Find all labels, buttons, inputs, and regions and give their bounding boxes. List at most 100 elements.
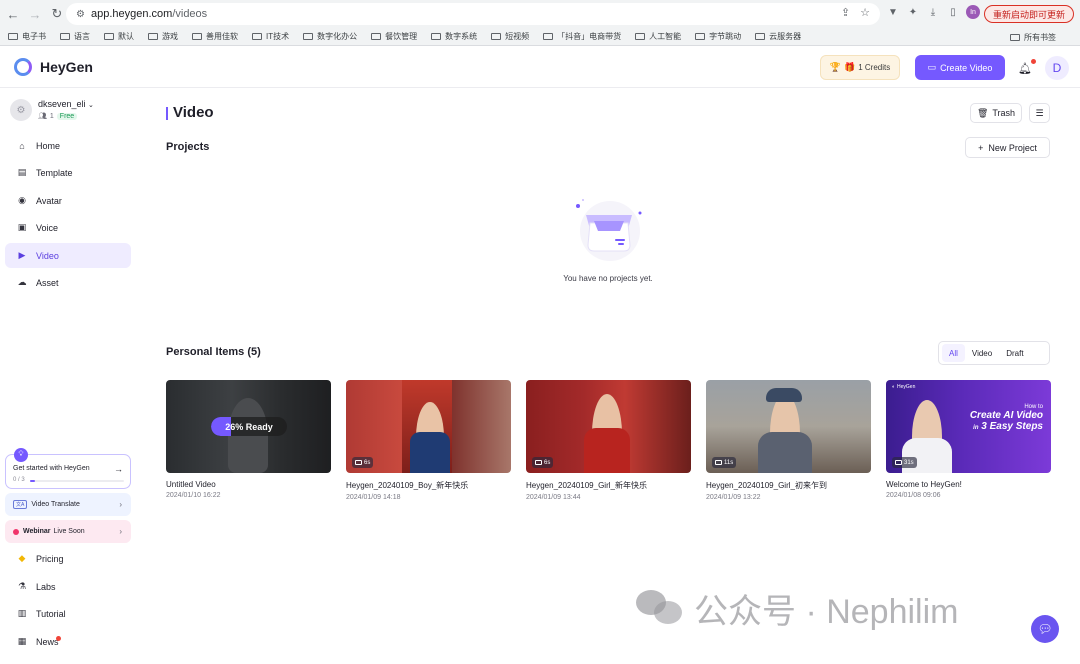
trash-button[interactable]: 🗑︎ Trash: [970, 103, 1022, 123]
bookmark-folder[interactable]: 数字化办公: [303, 31, 357, 42]
extensions-puzzle-icon[interactable]: ✦: [906, 5, 920, 19]
bookmark-folder[interactable]: 餐饮管理: [371, 31, 417, 42]
video-translate-label: Video Translate: [31, 501, 80, 508]
filter-tab-all[interactable]: All: [942, 344, 965, 362]
reload-icon[interactable]: ↻: [48, 5, 66, 23]
share-icon[interactable]: ⇪: [841, 6, 850, 19]
video-title: Heygen_20240109_Boy_新年快乐: [346, 481, 469, 490]
bookmark-folder[interactable]: 游戏: [148, 31, 178, 42]
notification-dot: [1031, 59, 1036, 64]
bookmark-folder[interactable]: 电子书: [8, 31, 46, 42]
folder-icon: [543, 33, 554, 40]
bookmark-folder[interactable]: 语言: [60, 31, 90, 42]
video-thumbnail[interactable]: 11s: [706, 380, 871, 473]
thumbnail-brand: ◐ HeyGen: [892, 384, 916, 390]
heygen-logo[interactable]: HeyGen: [14, 58, 93, 76]
bookmark-label: 语言: [74, 32, 90, 41]
bookmark-folder[interactable]: 字节跳动: [695, 31, 741, 42]
sidebar-item-voice[interactable]: ▣ Voice: [5, 215, 131, 240]
cloud-icon: ☁: [17, 277, 27, 287]
member-count: 1: [49, 112, 54, 120]
workspace-avatar: ⚙: [10, 99, 32, 121]
home-icon: ⌂: [19, 140, 25, 151]
video-thumbnail[interactable]: 6s: [346, 380, 511, 473]
webinar-banner[interactable]: Webinar Live Soon ›: [5, 520, 131, 543]
bookmark-folder[interactable]: 善用佳软: [192, 31, 238, 42]
vpn-extension-icon[interactable]: ▼: [886, 5, 900, 19]
video-camera-icon: [535, 460, 542, 465]
video-title: Heygen_20240109_Girl_初来乍到: [706, 481, 827, 490]
bookmark-folder[interactable]: 默认: [104, 31, 134, 42]
sidebar-item-avatar[interactable]: ◉ Avatar: [5, 188, 131, 213]
bookmark-folder[interactable]: IT技术: [252, 31, 289, 42]
sidebar-item-home[interactable]: ⌂ Home: [5, 133, 131, 158]
render-progress-text: 26% Ready: [225, 421, 273, 432]
bookmark-folder[interactable]: 人工智能: [635, 31, 681, 42]
user-avatar[interactable]: D: [1045, 56, 1069, 80]
sidebar-item-video[interactable]: ▶ Video: [5, 243, 131, 268]
video-thumbnail[interactable]: ◐ HeyGen How to Create AI Video in 3 Easy…: [886, 380, 1051, 473]
sidebar-item-label: Template: [36, 167, 73, 178]
folder-icon: [755, 33, 766, 40]
workspace-switcher[interactable]: ⚙ dkseven_eli ⌄ 👥︎ 1 Free: [10, 99, 94, 121]
workspace-name: dkseven_eli ⌄: [38, 99, 94, 109]
sidebar-item-tutorial[interactable]: ▥ Tutorial: [5, 601, 131, 626]
new-project-label: New Project: [988, 142, 1037, 153]
get-started-title: Get started with HeyGen: [13, 465, 90, 472]
create-video-button[interactable]: ▭ Create Video: [915, 55, 1005, 80]
get-started-card[interactable]: 💡︎ Get started with HeyGen → 0 / 3: [5, 448, 131, 489]
forward-icon[interactable]: →: [26, 5, 44, 23]
sidebar-item-template[interactable]: ▤ Template: [5, 160, 131, 185]
video-camera-icon: [355, 460, 362, 465]
address-bar[interactable]: ⚙ app.heygen.com/videos ⇪ ☆: [66, 3, 880, 25]
page-title: Video: [173, 104, 214, 121]
bookmark-folder[interactable]: 「抖音」电商带货: [543, 31, 621, 42]
folder-icon: [8, 33, 18, 40]
watermark-text: 公众号 · Nephilim: [694, 593, 959, 631]
download-icon[interactable]: ⤓: [926, 5, 940, 19]
video-translate-banner[interactable]: 文A Video Translate ›: [5, 493, 131, 516]
folder-icon: [1010, 34, 1020, 41]
video-card[interactable]: 6s Heygen_20240109_Boy_新年快乐 2024/01/09 1…: [346, 380, 511, 501]
site-info-icon[interactable]: ⚙: [76, 9, 85, 20]
video-card[interactable]: 11s Heygen_20240109_Girl_初来乍到 2024/01/09…: [706, 380, 871, 501]
heygen-logo-icon: [14, 58, 32, 76]
bookmark-star-icon[interactable]: ☆: [860, 6, 870, 19]
sidebar-item-pricing[interactable]: ◆ Pricing: [5, 546, 131, 571]
list-view-icon[interactable]: ☰: [1029, 103, 1050, 123]
chevron-right-icon: ›: [119, 527, 122, 536]
profile-avatar[interactable]: In: [966, 5, 980, 19]
bookmark-folder[interactable]: 云服务器: [755, 31, 801, 42]
flask-icon: ⚗: [17, 581, 27, 591]
video-card[interactable]: 6s Heygen_20240109_Girl_新年快乐 2024/01/09 …: [526, 380, 691, 501]
filter-tab-draft[interactable]: Draft: [999, 344, 1030, 362]
sidebar-item-news[interactable]: ▦ News: [5, 629, 131, 654]
sidebar-item-label: Voice: [36, 222, 59, 233]
video-thumbnail[interactable]: 26% Ready: [166, 380, 331, 473]
restart-update-button[interactable]: 重新启动即可更新: [984, 5, 1074, 23]
bookmark-label: 数字化办公: [317, 32, 358, 41]
folder-icon: [252, 33, 262, 40]
back-icon[interactable]: ←: [4, 5, 22, 23]
bookmark-folder[interactable]: 短视频: [491, 31, 529, 42]
sidebar-item-asset[interactable]: ☁ Asset: [5, 270, 131, 295]
all-bookmarks[interactable]: 所有书签: [1010, 32, 1056, 43]
video-card[interactable]: 26% Ready Untitled Video 2024/01/10 16:2…: [166, 380, 331, 499]
sidebar-item-labs[interactable]: ⚗ Labs: [5, 574, 131, 599]
credits-label: 1 Credits: [858, 63, 891, 72]
credits-badge[interactable]: 🏆 🎁 1 Credits: [820, 55, 900, 80]
video-card[interactable]: ◐ HeyGen How to Create AI Video in 3 Easy…: [886, 380, 1051, 499]
url-host: app.heygen.com: [90, 8, 173, 20]
new-project-button[interactable]: + New Project: [965, 137, 1050, 158]
support-chat-icon[interactable]: 💬︎: [1031, 615, 1059, 643]
video-icon: ▶: [18, 250, 26, 260]
filter-tab-video[interactable]: Video: [965, 344, 999, 362]
clothing-shape: [584, 428, 630, 473]
bookmark-folder[interactable]: 数字系统: [431, 31, 477, 42]
notification-bell-icon[interactable]: 🔔︎: [1018, 61, 1032, 75]
sidepanel-icon[interactable]: ▯: [946, 5, 960, 19]
video-date: 2024/01/09 13:44: [526, 494, 581, 501]
folder-icon: [491, 33, 502, 40]
duration-badge: 6s: [532, 457, 554, 468]
video-thumbnail[interactable]: 6s: [526, 380, 691, 473]
